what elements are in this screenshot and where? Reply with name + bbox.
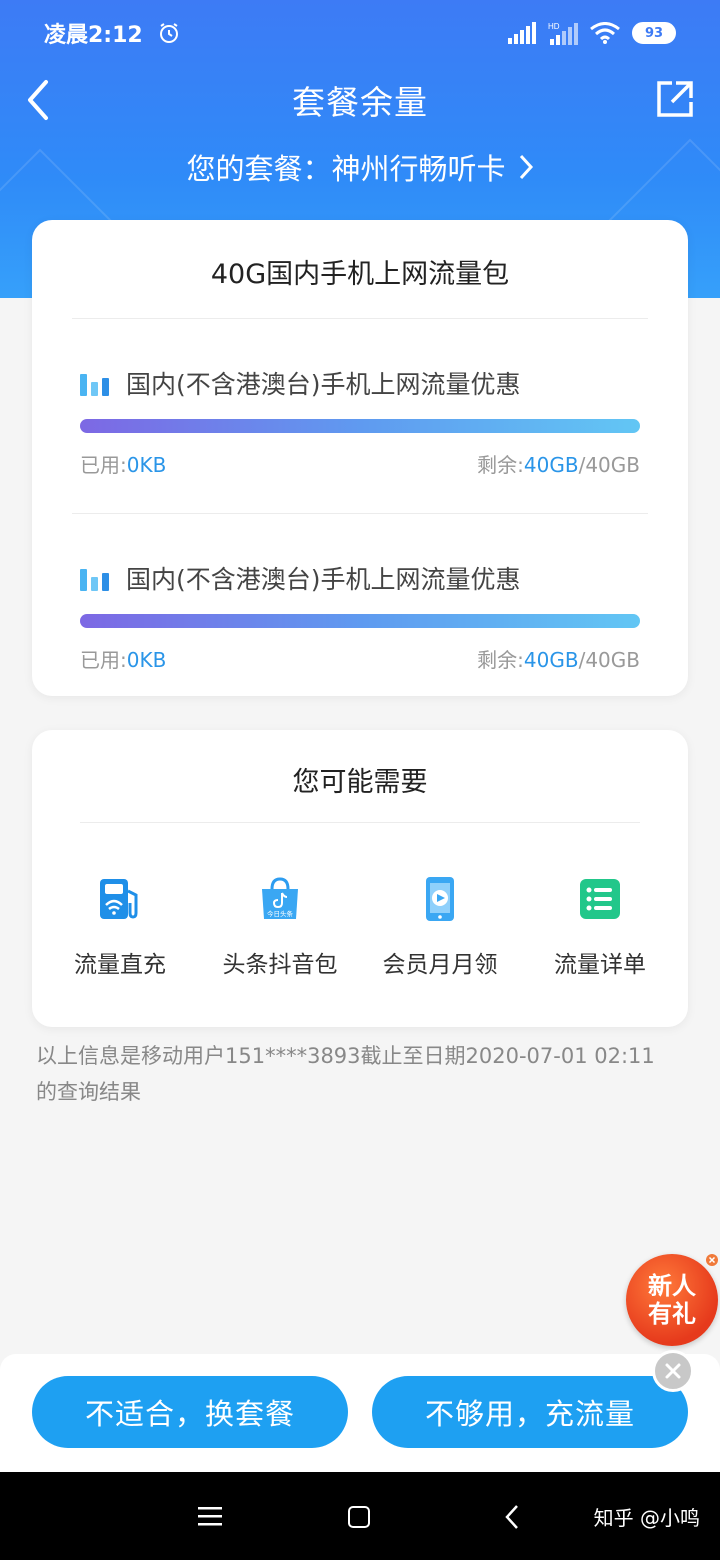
used-text: 已用:0KB: [80, 648, 167, 672]
package-name: 国内(不含港澳台)手机上网流量优惠: [126, 565, 521, 594]
close-icon: [665, 1363, 681, 1379]
service-label: 会员月月领: [382, 952, 498, 978]
list-icon: [580, 879, 620, 919]
promo-line2: 有礼: [648, 1300, 696, 1328]
new-user-gift-badge[interactable]: 新人 有礼: [626, 1254, 718, 1346]
recharge-data-button[interactable]: 不够用，充流量: [372, 1376, 688, 1448]
watermark: 知乎 @小鸣: [593, 1506, 700, 1530]
service-label: 流量直充: [74, 952, 166, 978]
remaining-value: 40GB: [523, 453, 579, 477]
service-label: 头条抖音包: [222, 952, 338, 978]
data-card-title: 40G国内手机上网流量包: [210, 259, 510, 290]
service-data-details[interactable]: 流量详单: [525, 875, 675, 979]
remaining-value: 40GB: [523, 648, 579, 672]
usage-progress-bar: [80, 419, 640, 433]
status-bar: 凌晨2:12 HD 93: [0, 0, 720, 66]
plan-selector[interactable]: 您的套餐：神州行畅听卡: [0, 146, 720, 188]
system-navigation-bar: 知乎 @小鸣: [0, 1472, 720, 1560]
remaining-text: 剩余:40GB/40GB: [477, 648, 640, 672]
menu-icon[interactable]: [198, 1506, 222, 1526]
bottom-action-bar: 不适合，换套餐 不够用，充流量: [0, 1354, 720, 1472]
wifi-icon: [590, 22, 620, 44]
nav-back-icon[interactable]: [504, 1504, 520, 1530]
promo-close-icon[interactable]: [706, 1254, 718, 1266]
change-plan-button[interactable]: 不适合，换套餐: [32, 1376, 348, 1448]
float-close-button[interactable]: [652, 1350, 694, 1392]
used-value: 0KB: [126, 453, 167, 477]
package-item: 国内(不含港澳台)手机上网流量优惠 已用:0KB 剩余:40GB/40GB: [32, 514, 688, 708]
share-button[interactable]: [656, 80, 694, 118]
battery-indicator: 93: [632, 22, 676, 44]
query-info-note: 以上信息是移动用户151****3893截止至日期2020-07-01 02:1…: [36, 1044, 655, 1104]
bar-chart-icon: [80, 374, 109, 396]
promo-line1: 新人: [648, 1272, 696, 1300]
hd-signal-icon: HD: [548, 22, 578, 45]
bar-chart-icon: [80, 569, 109, 591]
package-item: 国内(不含港澳台)手机上网流量优惠 已用:0KB 剩余:40GB/40GB: [32, 319, 688, 513]
home-icon[interactable]: [348, 1506, 370, 1528]
chevron-right-icon: [519, 154, 533, 180]
gas-pump-wifi-icon: [100, 879, 138, 919]
shopping-bag-toutiao-icon: 今日头条: [262, 877, 298, 919]
service-monthly-member[interactable]: 会员月月领: [365, 875, 515, 979]
data-package-card: 40G国内手机上网流量包 国内(不含港澳台)手机上网流量优惠 已用:0KB 剩余…: [32, 220, 688, 696]
remaining-text: 剩余:40GB/40GB: [477, 453, 640, 477]
used-text: 已用:0KB: [80, 453, 167, 477]
signal-icon: [508, 22, 536, 44]
svg-text:HD: HD: [548, 22, 560, 31]
usage-progress-bar: [80, 614, 640, 628]
service-label: 流量详单: [554, 952, 646, 978]
alarm-icon: [159, 23, 178, 43]
phone-play-icon: [426, 877, 454, 921]
package-name: 国内(不含港澳台)手机上网流量优惠: [126, 370, 521, 399]
plan-label: 您的套餐：神州行畅听卡: [186, 152, 506, 186]
suggestions-card: 您可能需要 流量直充 今日头条 头条抖音包 会员月月领 流量详单: [32, 730, 688, 1027]
page-title: 套餐余量: [292, 83, 428, 122]
status-time: 凌晨2:12: [44, 23, 143, 48]
service-data-recharge[interactable]: 流量直充: [45, 875, 195, 979]
service-toutiao-douyin[interactable]: 今日头条 头条抖音包: [205, 875, 355, 979]
svg-text:今日头条: 今日头条: [267, 909, 294, 918]
suggestions-title: 您可能需要: [292, 767, 428, 798]
used-value: 0KB: [126, 648, 167, 672]
